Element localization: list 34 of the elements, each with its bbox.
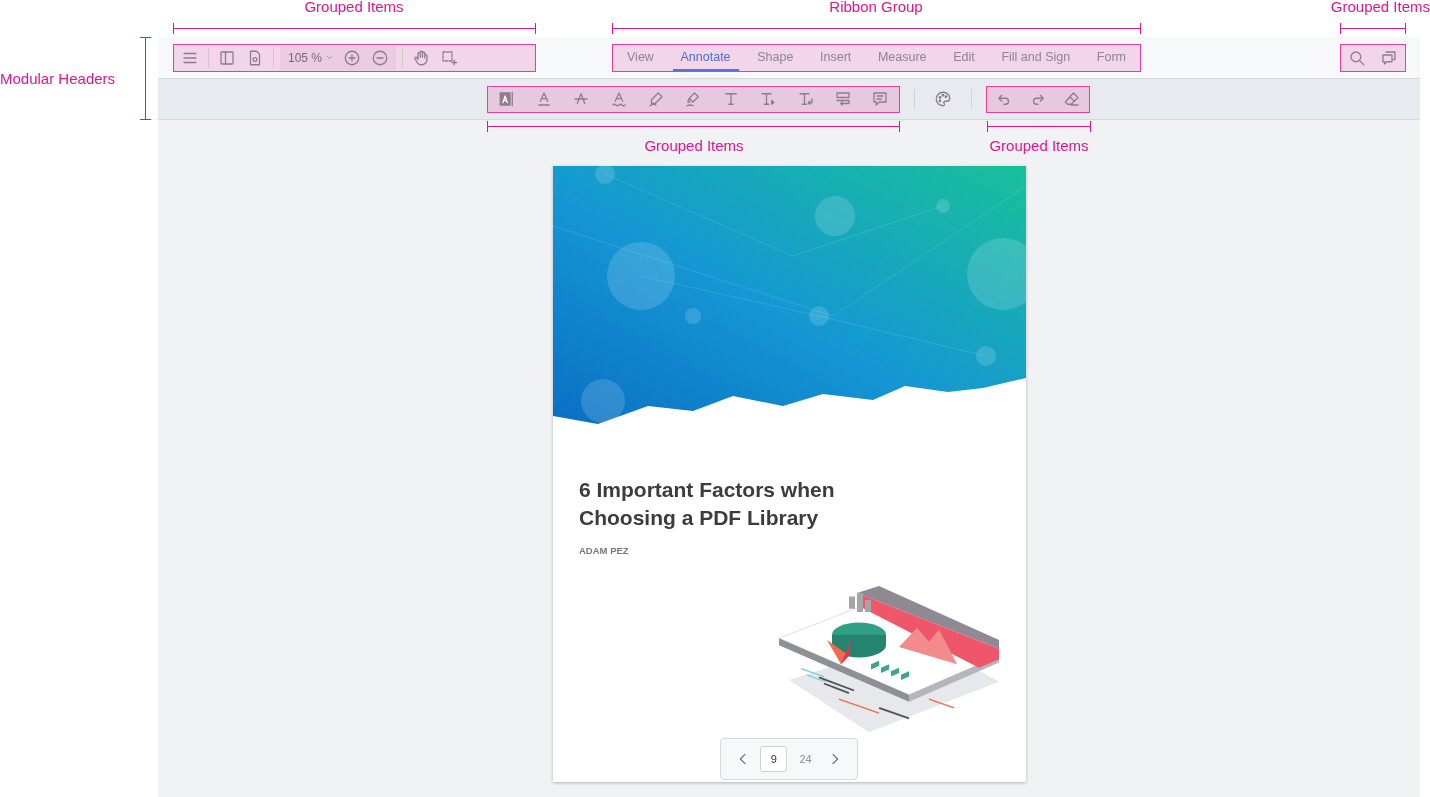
chat-bubbles-icon: [1380, 48, 1398, 67]
ribbon-tab[interactable]: Annotate: [672, 44, 739, 71]
selection-rectangle-icon: [440, 48, 459, 67]
ribbon-tab[interactable]: Shape: [749, 44, 802, 71]
document-title: 6 Important Factors when Choosing a PDF Library: [579, 477, 836, 531]
sidebar-panel-icon: [218, 48, 236, 67]
pen-icon: [647, 90, 666, 108]
text-box-icon: [497, 90, 516, 108]
ribbon-tab[interactable]: View: [619, 44, 662, 71]
annotation-label: Grouped Items: [989, 137, 1089, 154]
annotation-label: Grouped Items: [304, 0, 404, 15]
text-arrow-icon: [759, 90, 778, 108]
chevron-down-icon: [325, 53, 335, 62]
eraser-icon: [1063, 90, 1081, 108]
ribbon-tab[interactable]: Measure: [869, 44, 935, 71]
zoom-out-icon: [371, 48, 390, 67]
annotation-label: Grouped Items: [644, 137, 744, 154]
annotation-label: Modular Headers: [0, 70, 116, 87]
zoom-in-icon: [343, 48, 362, 67]
ribbon-tab[interactable]: Insert: [812, 44, 860, 71]
ribbon-tab[interactable]: Edit: [945, 44, 983, 71]
search-icon: [1348, 48, 1366, 67]
annotation-label: Grouped Items: [1330, 0, 1430, 15]
box-arrow-icon: [833, 90, 852, 108]
page-total: 24: [798, 753, 813, 765]
ribbon-tab[interactable]: Fill and Sign: [993, 44, 1079, 71]
page-number-field[interactable]: 9: [760, 746, 788, 772]
comment-icon: [871, 90, 890, 108]
palette-icon: [934, 90, 952, 108]
text-return-icon: [796, 90, 815, 108]
hand-icon: [412, 48, 431, 67]
annotation-label: Ribbon Group: [829, 0, 923, 15]
document-author: ADAM PEZ: [579, 545, 630, 556]
ribbon-tab[interactable]: Form: [1088, 44, 1134, 71]
